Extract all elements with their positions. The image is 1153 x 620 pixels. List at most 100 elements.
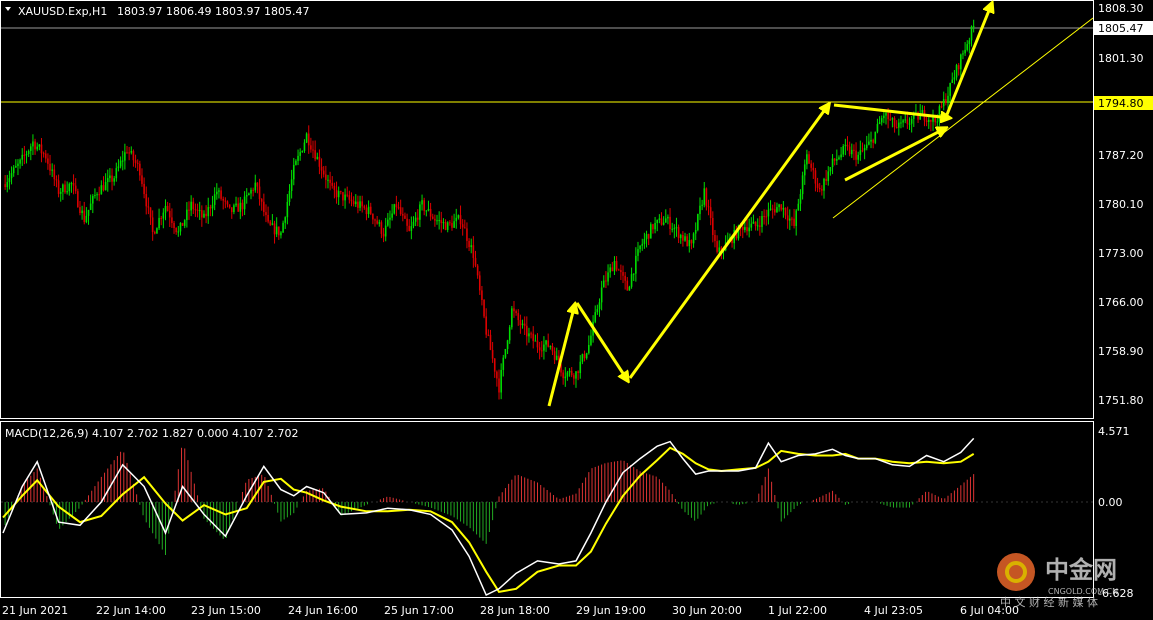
candle-body (534, 340, 537, 342)
candle-body (643, 239, 646, 244)
candle-body (767, 209, 770, 217)
candle-body (102, 185, 105, 191)
candle-body (476, 265, 479, 276)
candle-body (596, 309, 599, 313)
candle-body (577, 371, 579, 374)
candle-body (825, 178, 827, 182)
candle-body (166, 205, 169, 211)
candle-body (684, 236, 686, 241)
candle-body (761, 216, 763, 227)
candle-body (639, 245, 641, 250)
candle-body (662, 222, 665, 225)
candle-body (568, 370, 571, 373)
candle-body (671, 228, 673, 230)
candle-body (194, 209, 197, 211)
candle-body (49, 163, 51, 171)
candle-body (252, 189, 254, 191)
candle-body (641, 243, 644, 246)
candle-body (453, 221, 455, 228)
candle-body (260, 199, 263, 202)
trend-annotations (547, 3, 1094, 407)
candle-body (718, 247, 721, 252)
candle-body (821, 189, 823, 191)
candle-body (173, 222, 175, 228)
price-tick: 1773.00 (1098, 247, 1144, 260)
dropdown-arrow-icon[interactable] (5, 7, 11, 11)
candle-body (94, 195, 96, 197)
price-tick: 1808.30 (1098, 2, 1144, 15)
candle-body (957, 65, 960, 70)
watermark-logo: 中金网 CNGOLD.COM.CN 中 文 财 经 新 媒 体 (997, 553, 1118, 609)
candle-body (464, 227, 466, 229)
candle-body (893, 118, 896, 128)
candle-body (904, 119, 907, 121)
candle-body (312, 149, 314, 151)
candle-body (425, 210, 428, 212)
candle-body (301, 151, 304, 153)
candle-body (329, 179, 331, 183)
candle-body (848, 146, 851, 155)
candle-body (654, 222, 656, 230)
candle-body (442, 222, 445, 224)
candle-body (543, 344, 545, 351)
macd-title: MACD(12,26,9) 4.107 2.702 1.827 0.000 4.… (5, 427, 298, 440)
time-tick: 28 Jun 18:00 (480, 604, 550, 617)
candle-body (581, 354, 584, 362)
candle-body (389, 217, 391, 220)
candle-body (51, 169, 53, 171)
candle-body (369, 206, 372, 214)
price-panel-frame (0, 0, 1094, 419)
candle-body (774, 209, 776, 213)
candle-body (374, 219, 376, 221)
candle-body (865, 144, 868, 149)
candle-body (688, 240, 691, 247)
price-tick: 1780.10 (1098, 198, 1144, 211)
candle-body (972, 25, 975, 27)
candle-body (553, 351, 556, 360)
candle-body (461, 224, 464, 228)
candle-body (861, 150, 864, 152)
candle-body (697, 214, 699, 230)
candle-body (391, 213, 393, 218)
candle-body (949, 82, 951, 96)
arrow-breakout (944, 3, 992, 118)
candle-body (209, 207, 212, 209)
candle-body (966, 44, 969, 50)
candle-body (746, 227, 748, 232)
candle-body (771, 208, 774, 210)
candle-body (344, 194, 346, 201)
candle-body (615, 260, 618, 270)
candle-body (859, 150, 862, 155)
candle-body (235, 203, 237, 206)
candle-body (459, 215, 462, 225)
candle-body (365, 207, 368, 215)
candle-body (850, 149, 853, 155)
candle-body (412, 221, 415, 227)
candle-body (177, 231, 180, 233)
candle-body (115, 168, 118, 179)
candle-body (292, 164, 295, 180)
candle-body (769, 208, 772, 210)
candle-body (468, 240, 470, 248)
candle-body (846, 144, 849, 147)
candle-body (951, 79, 954, 83)
candle-body (908, 123, 911, 125)
candle-body (171, 217, 173, 223)
candle-body (117, 166, 120, 169)
candle-body (515, 311, 517, 314)
candle-body (74, 185, 77, 192)
candle-body (203, 213, 205, 218)
candle-body (66, 191, 68, 193)
candle-body (25, 154, 28, 156)
candle-body (617, 269, 620, 271)
candle-body (750, 223, 753, 228)
candle-body (776, 207, 778, 213)
candle-body (8, 178, 11, 183)
candle-body (72, 183, 75, 186)
candle-body (645, 234, 648, 240)
candle-body (652, 224, 654, 230)
candle-body (921, 110, 924, 114)
candle-body (457, 215, 460, 218)
candle-body (419, 204, 421, 220)
candle-body (278, 226, 280, 236)
